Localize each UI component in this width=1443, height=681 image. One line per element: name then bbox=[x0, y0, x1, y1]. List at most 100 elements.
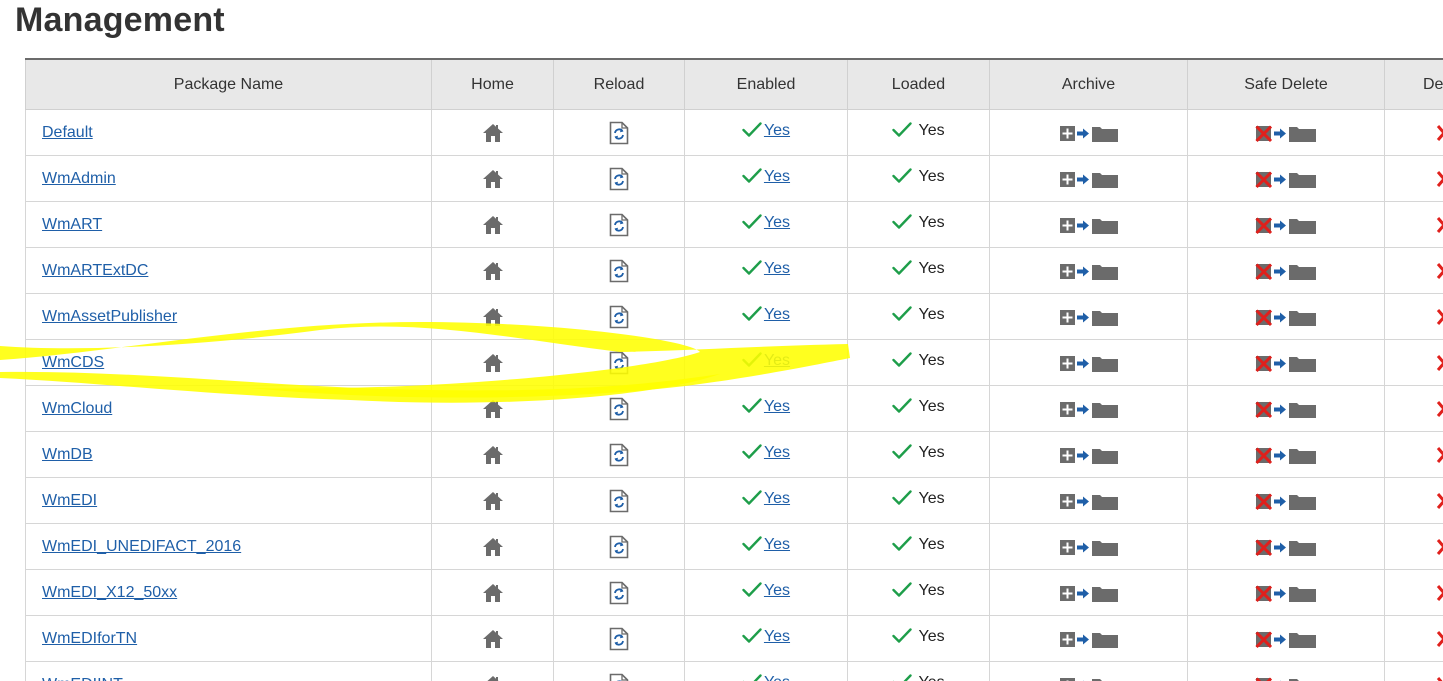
safe-delete-icon[interactable] bbox=[1255, 537, 1317, 557]
archive-icon[interactable] bbox=[1059, 445, 1119, 465]
package-name-link[interactable]: WmEDIINT bbox=[42, 676, 123, 681]
archive-icon[interactable] bbox=[1059, 583, 1119, 603]
home-icon[interactable] bbox=[482, 491, 504, 511]
delete-icon[interactable] bbox=[1435, 307, 1443, 327]
check-icon bbox=[892, 536, 913, 557]
home-icon[interactable] bbox=[482, 399, 504, 419]
package-name-link[interactable]: WmDB bbox=[42, 446, 93, 463]
safe-delete-icon[interactable] bbox=[1255, 307, 1317, 327]
delete-icon[interactable] bbox=[1435, 399, 1443, 419]
package-name-link[interactable]: WmCloud bbox=[42, 400, 112, 417]
enabled-toggle-link[interactable]: Yes bbox=[764, 398, 790, 415]
safe-delete-icon[interactable] bbox=[1255, 215, 1317, 235]
archive-icon[interactable] bbox=[1059, 399, 1119, 419]
package-name-link[interactable]: WmEDI_UNEDIFACT_2016 bbox=[42, 538, 241, 555]
reload-icon[interactable] bbox=[609, 443, 629, 467]
package-name-link[interactable]: WmAdmin bbox=[42, 170, 116, 187]
package-name-link[interactable]: WmEDI bbox=[42, 492, 97, 509]
archive-icon[interactable] bbox=[1059, 491, 1119, 511]
delete-icon[interactable] bbox=[1435, 537, 1443, 557]
package-name-link[interactable]: WmART bbox=[42, 216, 102, 233]
reload-icon[interactable] bbox=[609, 121, 629, 145]
reload-icon[interactable] bbox=[609, 673, 629, 681]
home-icon[interactable] bbox=[482, 445, 504, 465]
package-name-link[interactable]: WmCDS bbox=[42, 354, 104, 371]
package-name-link[interactable]: WmAssetPublisher bbox=[42, 308, 177, 325]
home-icon[interactable] bbox=[482, 629, 504, 649]
check-icon bbox=[742, 122, 762, 143]
home-icon[interactable] bbox=[482, 123, 504, 143]
delete-icon[interactable] bbox=[1435, 353, 1443, 373]
safe-delete-icon[interactable] bbox=[1255, 261, 1317, 281]
safe-delete-icon[interactable] bbox=[1255, 169, 1317, 189]
home-icon[interactable] bbox=[482, 537, 504, 557]
home-icon[interactable] bbox=[482, 583, 504, 603]
home-icon[interactable] bbox=[482, 215, 504, 235]
reload-icon[interactable] bbox=[609, 627, 629, 651]
reload-icon[interactable] bbox=[609, 581, 629, 605]
enabled-toggle-link[interactable]: Yes bbox=[764, 214, 790, 231]
archive-icon[interactable] bbox=[1059, 169, 1119, 189]
reload-icon[interactable] bbox=[609, 259, 629, 283]
delete-icon[interactable] bbox=[1435, 583, 1443, 603]
safe-delete-icon[interactable] bbox=[1255, 675, 1317, 681]
delete-icon[interactable] bbox=[1435, 491, 1443, 511]
reload-cell bbox=[553, 615, 685, 662]
loaded-cell: Yes bbox=[847, 201, 990, 248]
package-name-link[interactable]: WmARTExtDC bbox=[42, 262, 148, 279]
home-icon[interactable] bbox=[482, 261, 504, 281]
package-name-link[interactable]: WmEDIforTN bbox=[42, 630, 137, 647]
safe-delete-icon[interactable] bbox=[1255, 399, 1317, 419]
safe-delete-icon[interactable] bbox=[1255, 353, 1317, 373]
reload-cell bbox=[553, 569, 685, 616]
package-name-cell: WmEDI_UNEDIFACT_2016 bbox=[25, 523, 432, 570]
archive-icon[interactable] bbox=[1059, 629, 1119, 649]
archive-icon[interactable] bbox=[1059, 675, 1119, 681]
archive-icon[interactable] bbox=[1059, 353, 1119, 373]
column-header-archive: Archive bbox=[989, 58, 1188, 110]
reload-icon[interactable] bbox=[609, 305, 629, 329]
package-name-link[interactable]: WmEDI_X12_50xx bbox=[42, 584, 177, 601]
reload-icon[interactable] bbox=[609, 535, 629, 559]
enabled-toggle-link[interactable]: Yes bbox=[764, 490, 790, 507]
archive-icon[interactable] bbox=[1059, 307, 1119, 327]
reload-icon[interactable] bbox=[609, 213, 629, 237]
archive-icon[interactable] bbox=[1059, 537, 1119, 557]
reload-icon[interactable] bbox=[609, 397, 629, 421]
home-icon[interactable] bbox=[482, 675, 504, 681]
safe-delete-icon[interactable] bbox=[1255, 123, 1317, 143]
enabled-toggle-link[interactable]: Yes bbox=[764, 444, 790, 461]
package-table-container: Package Name Home Reload Enabled Loaded … bbox=[25, 58, 1443, 681]
enabled-toggle-link[interactable]: Yes bbox=[764, 582, 790, 599]
enabled-toggle-link[interactable]: Yes bbox=[764, 306, 790, 323]
safe-delete-icon[interactable] bbox=[1255, 629, 1317, 649]
package-name-link[interactable]: Default bbox=[42, 124, 93, 141]
home-icon[interactable] bbox=[482, 307, 504, 327]
archive-icon[interactable] bbox=[1059, 123, 1119, 143]
archive-icon[interactable] bbox=[1059, 215, 1119, 235]
home-icon[interactable] bbox=[482, 169, 504, 189]
enabled-toggle-link[interactable]: Yes bbox=[764, 674, 790, 681]
safe-delete-icon[interactable] bbox=[1255, 491, 1317, 511]
safe-delete-icon[interactable] bbox=[1255, 445, 1317, 465]
reload-icon[interactable] bbox=[609, 489, 629, 513]
safe-delete-cell bbox=[1187, 247, 1385, 294]
enabled-toggle-link[interactable]: Yes bbox=[764, 628, 790, 645]
delete-icon[interactable] bbox=[1435, 629, 1443, 649]
delete-icon[interactable] bbox=[1435, 261, 1443, 281]
enabled-toggle-link[interactable]: Yes bbox=[764, 122, 790, 139]
delete-icon[interactable] bbox=[1435, 169, 1443, 189]
safe-delete-icon[interactable] bbox=[1255, 583, 1317, 603]
archive-icon[interactable] bbox=[1059, 261, 1119, 281]
enabled-toggle-link[interactable]: Yes bbox=[764, 168, 790, 185]
reload-icon[interactable] bbox=[609, 351, 629, 375]
enabled-toggle-link[interactable]: Yes bbox=[764, 260, 790, 277]
delete-icon[interactable] bbox=[1435, 445, 1443, 465]
reload-icon[interactable] bbox=[609, 167, 629, 191]
delete-icon[interactable] bbox=[1435, 215, 1443, 235]
delete-icon[interactable] bbox=[1435, 123, 1443, 143]
enabled-toggle-link[interactable]: Yes bbox=[764, 352, 790, 369]
delete-icon[interactable] bbox=[1435, 675, 1443, 681]
enabled-toggle-link[interactable]: Yes bbox=[764, 536, 790, 553]
home-icon[interactable] bbox=[482, 353, 504, 373]
